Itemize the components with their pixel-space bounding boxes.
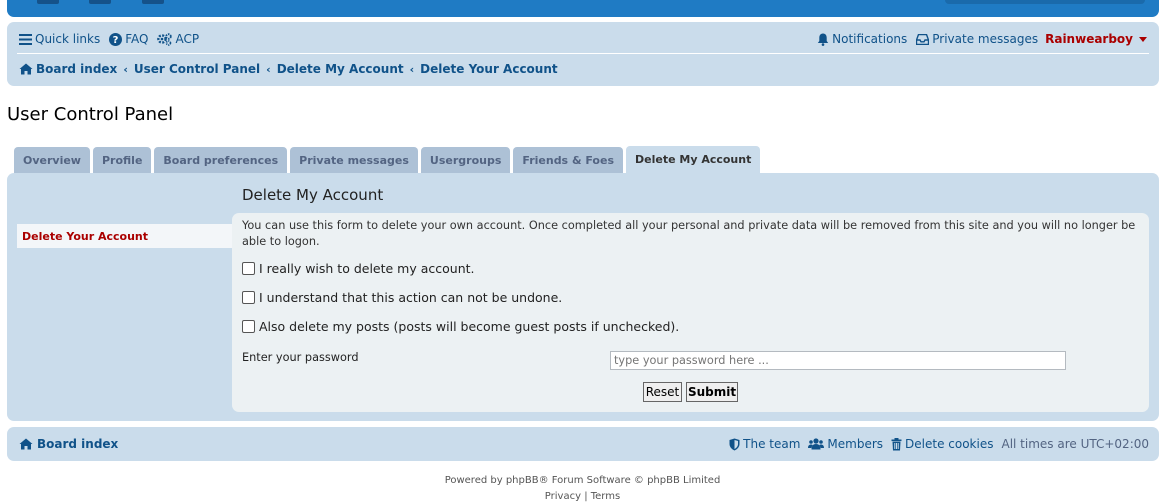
home-icon [19, 438, 33, 450]
members-link[interactable]: Members [808, 437, 883, 451]
shield-icon [729, 438, 740, 450]
cogs-icon [157, 32, 173, 46]
checkbox-label: I understand that this action can not be… [259, 290, 563, 305]
reset-button[interactable]: Reset [643, 382, 682, 402]
ucp-panel: Delete Your Account Delete My Account Yo… [7, 173, 1159, 421]
header-icon-left[interactable] [37, 0, 59, 4]
the-team-link[interactable]: The team [729, 437, 800, 451]
delete-account-form: You can use this form to delete your own… [232, 213, 1149, 412]
navbar: Quick links ? FAQ ACP Notifications Priv… [7, 22, 1159, 86]
breadcrumb-board-index[interactable]: Board index [19, 62, 117, 76]
chevron-left-icon: ‹ [409, 62, 415, 76]
notifications-link[interactable]: Notifications [817, 32, 907, 46]
acp-label: ACP [175, 32, 200, 46]
faq-link[interactable]: ? FAQ [109, 32, 148, 46]
notifications-label: Notifications [832, 32, 908, 46]
checkbox-label: Also delete my posts (posts will become … [259, 319, 680, 334]
hamburger-icon [19, 33, 32, 45]
home-icon [19, 63, 33, 75]
delete-cookies-link[interactable]: Delete cookies [891, 437, 993, 451]
tab-usergroups[interactable]: Usergroups [420, 147, 511, 173]
breadcrumb-label: Board index [36, 62, 118, 76]
user-menu[interactable]: Rainwearboy [1045, 32, 1147, 46]
breadcrumb-delete-my-account[interactable]: Delete My Account [277, 62, 404, 76]
breadcrumb: Board index ‹ User Control Panel ‹ Delet… [19, 62, 558, 76]
ucp-tabs: Overview Profile Board preferences Priva… [14, 146, 763, 173]
checkbox-row-delete-posts[interactable]: Also delete my posts (posts will become … [242, 319, 679, 334]
checkbox-label: I really wish to delete my account. [259, 261, 475, 276]
private-messages-label: Private messages [932, 32, 1039, 46]
svg-text:?: ? [113, 35, 119, 46]
acp-link[interactable]: ACP [157, 32, 199, 46]
password-label: Enter your password [242, 351, 359, 364]
timezone-text: All times are UTC+02:00 [1001, 437, 1149, 451]
quick-links-label: Quick links [35, 32, 101, 46]
tab-delete-my-account[interactable]: Delete My Account [626, 146, 761, 173]
tab-private-messages[interactable]: Private messages [290, 147, 418, 173]
site-header [7, 0, 1159, 17]
navbar-divider [17, 53, 1149, 54]
users-icon [808, 438, 825, 450]
checkbox-row-confirm-delete[interactable]: I really wish to delete my account. [242, 261, 475, 276]
breadcrumb-ucp[interactable]: User Control Panel [134, 62, 260, 76]
privacy-link[interactable]: Privacy [545, 491, 581, 502]
terms-link[interactable]: Terms [591, 491, 620, 502]
tab-profile[interactable]: Profile [92, 147, 152, 173]
breadcrumb-delete-your-account[interactable]: Delete Your Account [420, 62, 557, 76]
faq-label: FAQ [125, 32, 149, 46]
form-description: You can use this form to delete your own… [242, 219, 1136, 248]
legal-links-separator: | [584, 491, 588, 502]
chevron-left-icon: ‹ [123, 62, 128, 76]
tab-board-preferences[interactable]: Board preferences [154, 147, 288, 173]
trash-icon [891, 437, 902, 450]
delete-posts-checkbox[interactable] [242, 320, 255, 333]
delete-cookies-label: Delete cookies [905, 437, 994, 451]
password-field[interactable] [610, 351, 1066, 370]
footer-board-index-link[interactable]: Board index [19, 437, 118, 451]
header-icon-middle[interactable] [89, 0, 111, 4]
inbox-icon [916, 33, 930, 45]
submit-button[interactable]: Submit [686, 382, 738, 402]
username-label: Rainwearboy [1045, 32, 1133, 46]
quick-links-menu[interactable]: Quick links [19, 32, 100, 46]
question-circle-icon: ? [109, 32, 123, 46]
the-team-label: The team [743, 437, 801, 451]
confirm-delete-checkbox[interactable] [242, 262, 255, 275]
header-icon-right[interactable] [142, 0, 164, 4]
chevron-left-icon: ‹ [266, 62, 271, 76]
footer-links: The team Members Delete cookies All time… [721, 437, 1149, 451]
footer-legal-links: Privacy | Terms [0, 491, 1165, 502]
caret-down-icon [1139, 36, 1147, 42]
form-heading: Delete My Account [242, 186, 384, 204]
copyright-text: Powered by phpBB® Forum Software © phpBB… [444, 475, 721, 486]
footer-board-index-label: Board index [37, 437, 119, 451]
nav-links-left: Quick links ? FAQ ACP [19, 32, 208, 46]
members-label: Members [827, 437, 884, 451]
checkbox-row-understand[interactable]: I understand that this action can not be… [242, 290, 562, 305]
footer-navbar: Board index The team Members Delete cook… [7, 427, 1159, 461]
page-title: User Control Panel [7, 104, 174, 125]
header-search-box[interactable] [945, 0, 1145, 4]
tab-overview[interactable]: Overview [14, 147, 90, 173]
understand-checkbox[interactable] [242, 291, 255, 304]
private-messages-link[interactable]: Private messages [916, 32, 1038, 46]
tab-friends-foes[interactable]: Friends & Foes [513, 147, 623, 173]
nav-links-right: Notifications Private messages Rainwearb… [808, 32, 1147, 46]
bell-icon [817, 33, 829, 46]
side-menu-item-delete-your-account[interactable]: Delete Your Account [17, 224, 232, 248]
